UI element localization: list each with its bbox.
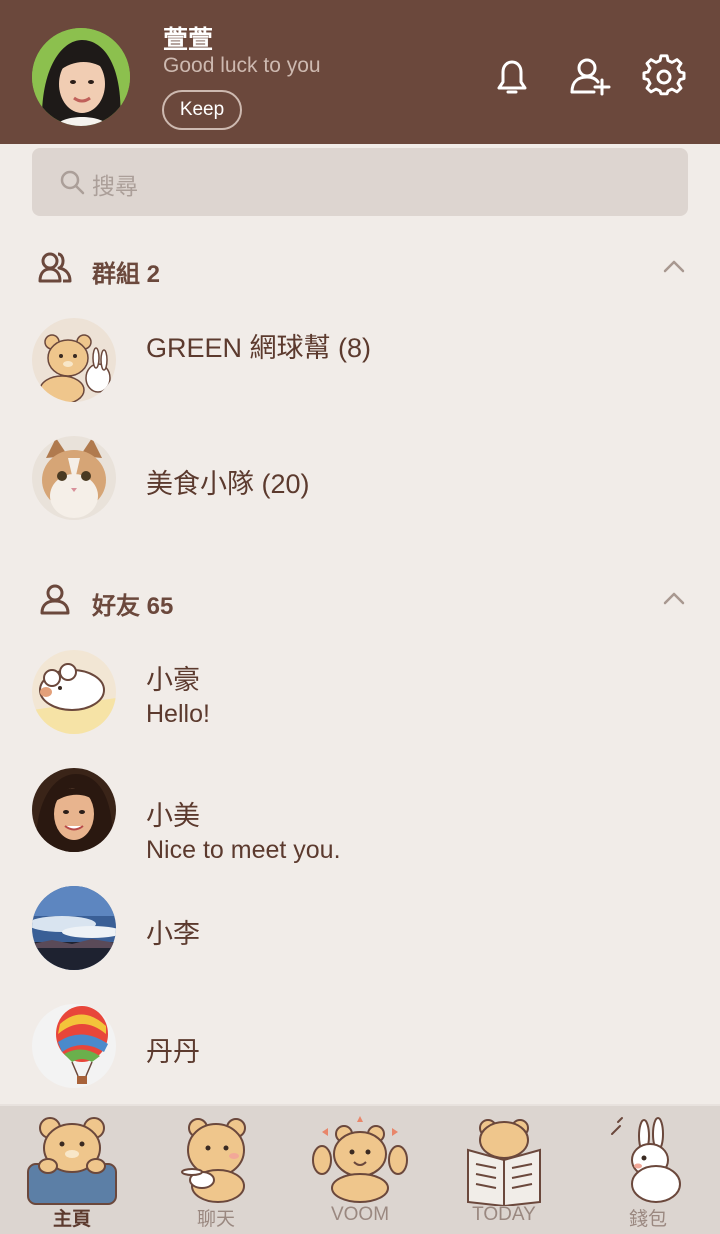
friend-name: 小豪 [146,665,200,695]
friend-name: 小美 [146,801,200,831]
bell-icon[interactable] [490,54,534,98]
groups-section-label: 群組 2 [92,261,161,288]
tab-home[interactable]: 主頁 [0,1106,144,1234]
tab-label: VOOM [330,1204,390,1225]
group-row-green-tennis[interactable]: GREEN 網球幫 (8) [0,318,720,428]
bear-chat-icon [181,1118,246,1203]
hot-air-balloon-avatar [32,1004,116,1088]
friends-section-header[interactable]: 好友 65 [0,568,720,628]
tab-voom[interactable]: VOOM [288,1106,432,1234]
rabbit-wallet-icon [611,1117,681,1203]
friends-section-label: 好友 65 [92,593,174,620]
search-bar[interactable]: 搜尋 [32,148,688,216]
friend-icon [40,584,70,615]
add-friend-icon[interactable] [568,54,612,98]
friend-row-xiaoli[interactable]: 小李 [0,886,720,996]
group-icon [38,252,72,283]
hamster-avatar [32,650,116,734]
tab-label: TODAY [472,1204,536,1225]
chevron-up-icon[interactable] [662,588,686,608]
bear-home-icon [27,1117,117,1205]
profile-avatar[interactable] [32,28,130,126]
bear-rabbit-avatar [32,318,116,402]
search-icon [60,170,85,195]
profile-header: 萱萱 Good luck to you Keep [0,0,720,144]
tab-label: 主頁 [52,1209,91,1230]
chevron-up-icon[interactable] [662,256,686,276]
tab-chat[interactable]: 聊天 [144,1106,288,1234]
friend-name: 小李 [146,919,200,949]
group-name: GREEN 網球幫 (8) [146,333,372,363]
settings-gear-icon[interactable] [642,54,686,98]
group-row-food-team[interactable]: 美食小隊 (20) [0,436,720,546]
friend-status: Hello! [146,700,210,728]
friend-name: 丹丹 [146,1037,200,1067]
profile-status[interactable]: Good luck to you [163,54,321,78]
friend-row-dandan[interactable]: 丹丹 [0,1004,720,1114]
group-name: 美食小隊 (20) [146,469,310,499]
keep-button[interactable]: Keep [162,90,242,130]
tab-wallet[interactable]: 錢包 [576,1106,720,1234]
tab-today[interactable]: TODAY [432,1106,576,1234]
search-input[interactable]: 搜尋 [92,167,138,201]
tab-label: 錢包 [628,1209,667,1230]
friend-status: Nice to meet you. [146,836,341,864]
bottom-tab-bar: 主頁 聊天 VOOM TODAY 錢包 [0,1104,720,1234]
profile-name: 萱萱 [163,26,214,54]
woman-avatar [32,768,116,852]
bear-newspaper-icon [467,1119,541,1206]
friend-row-xiaohao[interactable]: 小豪 Hello! [0,650,720,760]
sky-landscape-avatar [32,886,116,970]
cat-avatar [32,436,116,520]
friend-row-xiaomei[interactable]: 小美 Nice to meet you. [0,768,720,878]
bear-voom-icon [312,1116,408,1203]
groups-section-header[interactable]: 群組 2 [0,236,720,296]
tab-label: 聊天 [196,1209,235,1230]
